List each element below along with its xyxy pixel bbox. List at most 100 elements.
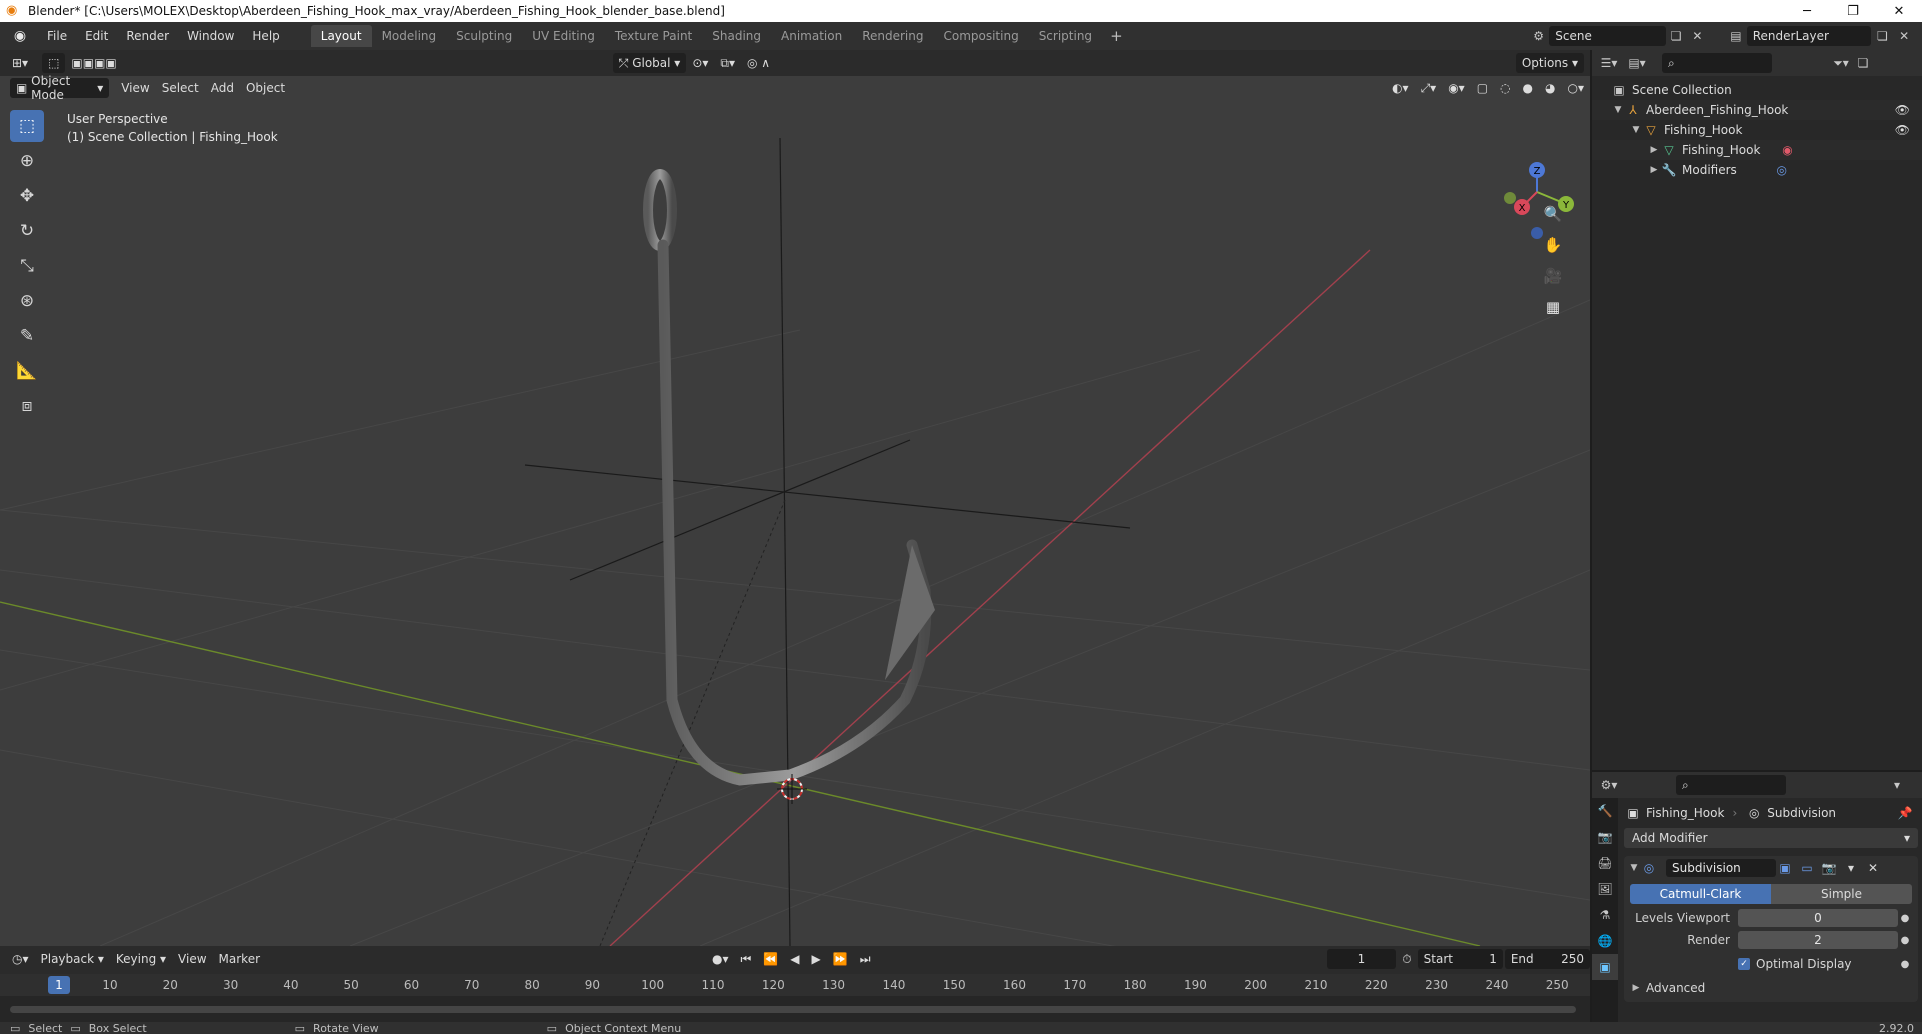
shading-rendered-icon[interactable]: ○▾ <box>1562 78 1591 98</box>
shading-solid-icon[interactable]: ● <box>1517 78 1539 98</box>
preview-range-icon[interactable]: ⏱ <box>1396 949 1417 969</box>
play-icon[interactable]: ▶ <box>806 949 827 969</box>
modifier-menu-icon[interactable]: ▾ <box>1842 861 1860 875</box>
timeline-scrollbar[interactable] <box>10 1006 1576 1013</box>
shading-material-icon[interactable]: ◕ <box>1539 78 1561 98</box>
visibility-icon[interactable]: ◐▾ <box>1386 78 1415 98</box>
viewport-toggle-icon[interactable]: ▭ <box>1798 861 1816 875</box>
close-icon[interactable]: ✕ <box>1876 0 1922 22</box>
view-layer-icon[interactable]: ▤ <box>1725 26 1747 46</box>
add-workspace-icon[interactable]: + <box>1102 27 1131 45</box>
timeline-menu-keying[interactable]: Keying ▾ <box>110 949 172 969</box>
tab-modeling[interactable]: Modeling <box>372 25 447 47</box>
scene-tab-icon[interactable]: ⚗ <box>1592 902 1618 928</box>
pan-hand-icon[interactable]: ✋ <box>1538 231 1568 259</box>
tab-layout[interactable]: Layout <box>310 25 372 47</box>
transform-orientation-dropdown[interactable]: ⤱ Global ▾ <box>612 53 687 73</box>
filter-icon[interactable]: ⏷▾ <box>1830 53 1852 73</box>
outliner-row-scene-collection[interactable]: ▣ Scene Collection <box>1592 80 1922 100</box>
new-collection-icon[interactable]: ❏ <box>1852 53 1874 73</box>
gizmo-toggle-icon[interactable]: ⤢▾ <box>1415 78 1443 98</box>
levels-viewport-field[interactable]: 0 <box>1738 909 1898 927</box>
menu-help[interactable]: Help <box>243 25 288 47</box>
menu-edit[interactable]: Edit <box>76 25 117 47</box>
shading-wireframe-icon[interactable]: ◌ <box>1494 78 1516 98</box>
modifier-name-field[interactable]: Subdivision <box>1666 859 1776 877</box>
expand-arrow-icon[interactable]: ▶ <box>1630 983 1642 993</box>
timeline-menu-marker[interactable]: Marker <box>213 949 266 969</box>
tool-tab-icon[interactable]: 🔨 <box>1592 798 1618 824</box>
jump-keyframe-back-icon[interactable]: ⏪ <box>757 949 784 969</box>
properties-options-icon[interactable]: ▾ <box>1886 775 1908 795</box>
start-frame-field[interactable]: Start 1 <box>1417 949 1503 969</box>
viewport-menu-object[interactable]: Object <box>240 78 291 98</box>
3d-viewport[interactable]: Z Y X ⊞▾ ⬚ ▣▣▣▣ ⤱ Global ▾ ⊙▾ ⧉▾ ◎ ∧ Opt… <box>0 50 1590 946</box>
simple-button[interactable]: Simple <box>1771 884 1912 904</box>
current-frame-field[interactable]: 1 <box>1326 949 1397 969</box>
add-cube-tool-icon[interactable]: ⧈ <box>10 390 44 422</box>
expand-arrow-icon[interactable]: ▶ <box>1648 165 1660 175</box>
scene-name-field[interactable]: Scene <box>1549 26 1666 46</box>
mode-dropdown[interactable]: ▣ Object Mode ▾ <box>10 74 110 102</box>
timeline-menu-playback[interactable]: Playback ▾ <box>35 949 110 969</box>
current-frame-indicator[interactable]: 1 <box>48 976 70 994</box>
output-tab-icon[interactable]: 🖨 <box>1592 850 1618 876</box>
world-tab-icon[interactable]: 🌐 <box>1592 928 1618 954</box>
tab-compositing[interactable]: Compositing <box>933 25 1028 47</box>
select-box-tool-icon[interactable]: ⬚ <box>10 110 44 142</box>
blender-menu-icon[interactable]: ◉ <box>10 26 30 46</box>
tab-uv-editing[interactable]: UV Editing <box>522 25 605 47</box>
new-scene-icon[interactable]: ❏ <box>1666 26 1687 46</box>
rotate-tool-icon[interactable]: ↻ <box>10 215 44 247</box>
menu-render[interactable]: Render <box>117 25 178 47</box>
new-view-layer-icon[interactable]: ❏ <box>1871 26 1893 46</box>
viewport-menu-view[interactable]: View <box>115 78 155 98</box>
timeline-menu-view[interactable]: View <box>172 949 212 969</box>
play-reverse-icon[interactable]: ◀ <box>784 949 805 969</box>
expand-arrow-icon[interactable]: ▼ <box>1612 105 1624 115</box>
scale-tool-icon[interactable]: ⤡ <box>10 250 44 282</box>
properties-search-input[interactable]: ⌕ <box>1676 775 1786 795</box>
selection-modes-icon[interactable]: ▣▣▣▣ <box>65 53 122 73</box>
keyframe-dot-icon[interactable]: ● <box>1898 913 1912 924</box>
tab-scripting[interactable]: Scripting <box>1029 25 1102 47</box>
camera-view-icon[interactable]: 🎥 <box>1538 262 1568 290</box>
transform-tool-icon[interactable]: ⊛ <box>10 285 44 317</box>
viewport-menu-select[interactable]: Select <box>156 78 205 98</box>
minimize-icon[interactable]: ─ <box>1784 0 1830 22</box>
display-mode-icon[interactable]: ▤▾ <box>1626 53 1648 73</box>
delete-view-layer-icon[interactable]: ✕ <box>1893 26 1915 46</box>
remove-modifier-icon[interactable]: ✕ <box>1864 861 1882 875</box>
outliner-row-modifiers[interactable]: ▶ 🔧 Modifiers ◎ <box>1592 160 1922 180</box>
advanced-subpanel[interactable]: ▶ Advanced <box>1630 978 1912 998</box>
fishing-hook-mesh[interactable] <box>643 169 935 786</box>
keyframe-dot-icon[interactable]: ● <box>1898 935 1912 946</box>
render-levels-field[interactable]: 2 <box>1738 931 1898 949</box>
timeline-editor-type-icon[interactable]: ◷▾ <box>6 949 35 969</box>
overlay-toggle-icon[interactable]: ◉▾ <box>1442 78 1471 98</box>
catmull-clark-button[interactable]: Catmull-Clark <box>1630 884 1771 904</box>
delete-scene-icon[interactable]: ✕ <box>1687 26 1708 46</box>
zoom-icon[interactable]: 🔍 <box>1538 200 1568 228</box>
jump-end-icon[interactable]: ⏭ <box>854 949 877 969</box>
tab-sculpting[interactable]: Sculpting <box>446 25 522 47</box>
proportional-edit-icon[interactable]: ◎ ∧ <box>741 53 776 73</box>
move-tool-icon[interactable]: ✥ <box>10 180 44 212</box>
measure-tool-icon[interactable]: 📐 <box>10 355 44 387</box>
optimal-display-checkbox[interactable]: ✓ <box>1738 958 1750 970</box>
cursor-tool-icon[interactable]: ⊕ <box>10 145 44 177</box>
visibility-eye-icon[interactable]: 👁 <box>1895 123 1910 137</box>
select-mode-icon[interactable]: ⬚ <box>42 53 66 73</box>
outliner-editor-type-icon[interactable]: ☰▾ <box>1598 53 1620 73</box>
expand-arrow-icon[interactable]: ▼ <box>1630 125 1642 135</box>
outliner-search-input[interactable]: ⌕ <box>1662 53 1772 73</box>
collapse-arrow-icon[interactable]: ▼ <box>1628 863 1640 873</box>
annotate-tool-icon[interactable]: ✎ <box>10 320 44 352</box>
outliner-row-fishing-hook-mesh[interactable]: ▶ ▽ Fishing_Hook ◉ <box>1592 140 1922 160</box>
end-frame-field[interactable]: End 250 <box>1504 949 1590 969</box>
ortho-grid-icon[interactable]: ▦ <box>1538 293 1568 321</box>
tab-shading[interactable]: Shading <box>702 25 771 47</box>
properties-editor-type-icon[interactable]: ⚙▾ <box>1598 775 1620 795</box>
outliner-row-aberdeen-fishing-hook[interactable]: ▼ ⅄ Aberdeen_Fishing_Hook 👁 <box>1592 100 1922 120</box>
render-toggle-icon[interactable]: 📷 <box>1820 861 1838 875</box>
